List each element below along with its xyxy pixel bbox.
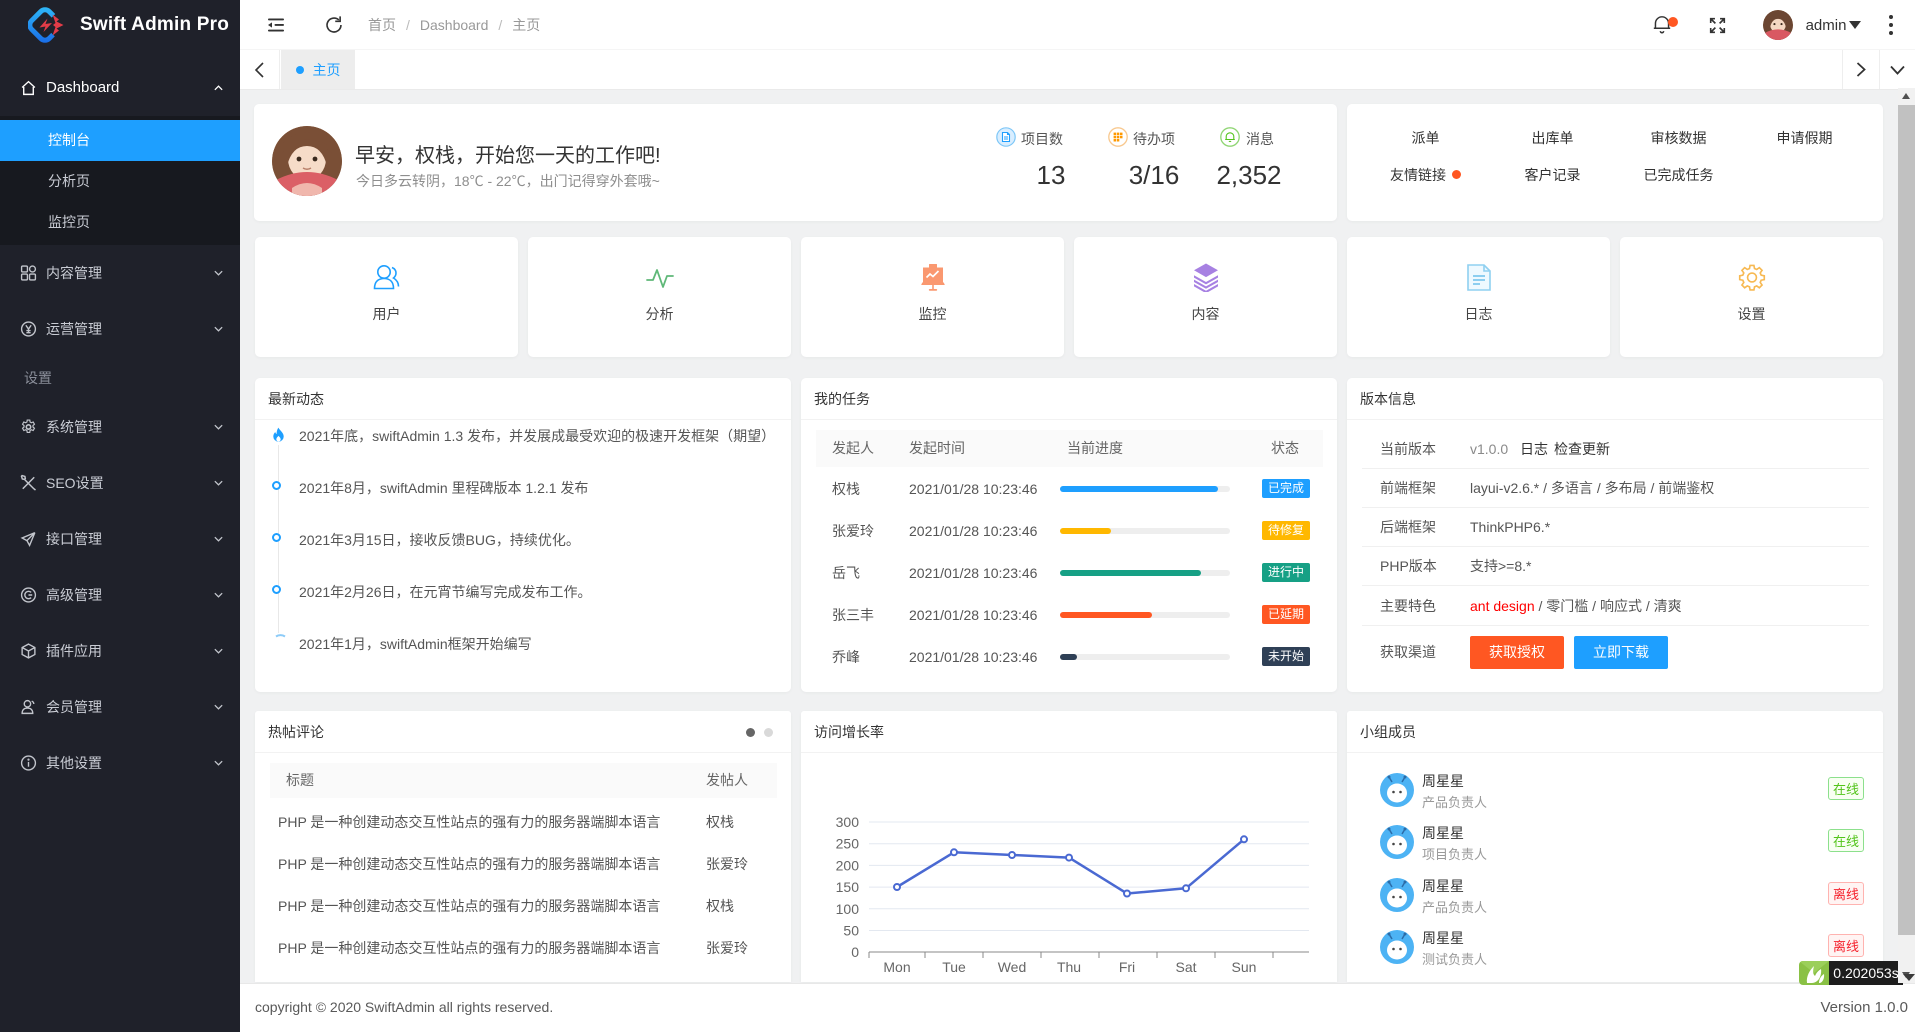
svg-text:50: 50	[843, 923, 859, 939]
svg-text:Sat: Sat	[1175, 959, 1196, 975]
svg-text:Fri: Fri	[1119, 959, 1135, 975]
svg-text:Mon: Mon	[883, 959, 910, 975]
svg-text:100: 100	[836, 901, 860, 917]
svg-text:Thu: Thu	[1057, 959, 1081, 975]
svg-text:300: 300	[836, 814, 860, 830]
svg-text:Sun: Sun	[1232, 959, 1257, 975]
svg-text:0: 0	[851, 944, 859, 960]
svg-text:150: 150	[836, 879, 860, 895]
svg-text:Wed: Wed	[998, 959, 1027, 975]
svg-text:250: 250	[836, 836, 860, 852]
svg-text:Tue: Tue	[942, 959, 966, 975]
svg-text:200: 200	[836, 857, 860, 873]
